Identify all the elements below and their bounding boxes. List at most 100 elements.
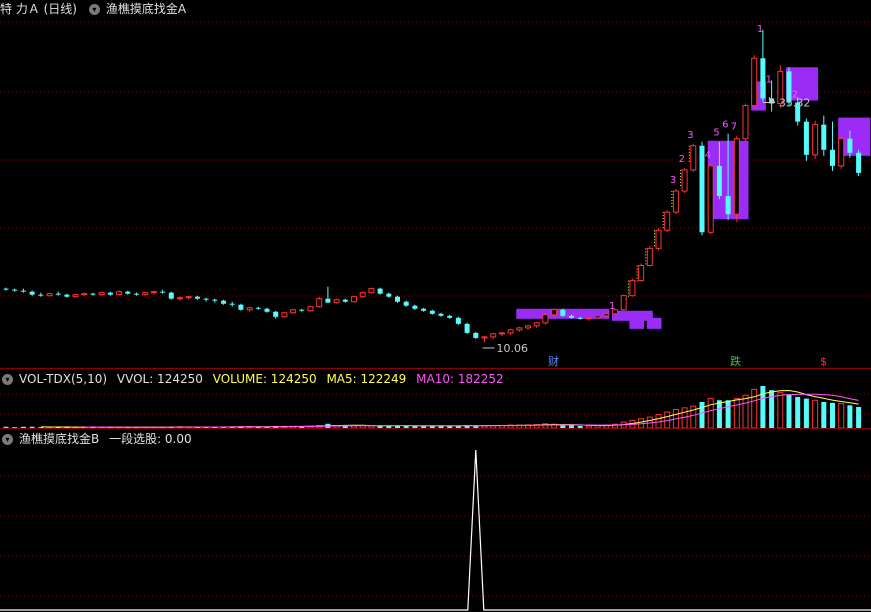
candle-body (98, 292, 105, 296)
candle-body (273, 311, 279, 317)
indicator-b-toggle-icon[interactable]: ▾ (2, 434, 13, 445)
candle-body (307, 306, 314, 312)
candle-body (830, 149, 835, 166)
candle-body (150, 291, 157, 294)
volume-bar (821, 401, 827, 428)
candle-body (221, 300, 226, 304)
candle-body (3, 288, 9, 290)
signal-number: 3 (670, 175, 676, 186)
candle-body (325, 298, 331, 303)
volume-title: VOL-TDX(5,10) (19, 372, 108, 386)
volume-bar (751, 388, 758, 428)
candle-body (473, 332, 479, 338)
ma10-value: MA10: 182252 (416, 372, 504, 386)
candle-body (655, 229, 662, 249)
candle-body (533, 322, 540, 327)
volume-bar (733, 398, 740, 428)
price-chart-panel[interactable]: 特 力Ａ (日线) ▾ 渔樵摸底找金A 1 1 2 3 3 4 5 6 7 1 2 35.32 10.06… (0, 0, 871, 368)
panel-divider (0, 368, 871, 369)
tag-cai: 财 (548, 354, 559, 368)
volume-bar (742, 394, 749, 428)
tag-s: $ (820, 355, 827, 368)
candle-body (90, 293, 96, 295)
volume-bar (725, 400, 731, 428)
candle-body (542, 314, 549, 324)
main-header: 特 力Ａ (日线) ▾ 渔樵摸底找金A (0, 0, 192, 18)
volume-bar (856, 407, 862, 428)
candle-body (20, 290, 26, 292)
signal-number: 4 (705, 150, 711, 161)
candle-body (229, 303, 235, 305)
candle-body (681, 169, 688, 192)
indicator-panel[interactable]: ▾ 渔樵摸底找金B 一段选股: 0.00 (0, 430, 871, 612)
volume-bar (803, 398, 809, 428)
signal-number: 7 (731, 122, 737, 133)
ma5-value: MA5: 122249 (326, 372, 407, 386)
candle-body (212, 299, 218, 301)
volume-toggle-icon[interactable]: ▾ (2, 374, 13, 385)
signal-zone (629, 317, 645, 329)
candle-body (168, 292, 174, 299)
candle-body (38, 294, 44, 296)
candle-body (733, 138, 740, 215)
candle-body (203, 298, 209, 300)
candle-body (507, 329, 514, 334)
indicator-toggle-icon[interactable]: ▾ (88, 4, 100, 15)
panel-divider-2 (0, 428, 871, 429)
candle-body (299, 309, 305, 311)
candle-body (629, 280, 636, 297)
candle-body (690, 145, 697, 171)
candle-body (194, 296, 200, 299)
volume-bar (699, 401, 705, 428)
candle-body (290, 309, 297, 314)
stock-label: 特 力Ａ (日线) (0, 2, 77, 16)
candle-body (821, 124, 827, 150)
volume-header: ▾ VOL-TDX(5,10) VVOL: 124250 VOLUME: 1242… (0, 370, 510, 388)
candle-body (81, 293, 88, 296)
signal-number: 6 (722, 120, 728, 131)
candle-body (525, 325, 531, 329)
candle-body (142, 292, 149, 296)
candle-body (516, 327, 523, 331)
price-chart-canvas[interactable]: 11233456 71235.3210.06财跌 $ (0, 0, 871, 368)
candle-body (707, 165, 714, 233)
volume-bar (769, 390, 775, 428)
signal-zone (646, 317, 662, 329)
indicator-b-line (0, 449, 871, 611)
indicator-b-title: 渔樵摸底找金B (19, 432, 100, 446)
candle-body (638, 264, 645, 282)
candle-body (177, 297, 183, 300)
candle-body (421, 308, 427, 311)
indicator-b-field: 一段选股: 0.00 (109, 432, 192, 446)
candle-body (359, 292, 366, 298)
candle-body (246, 307, 253, 311)
candle-body (577, 317, 583, 319)
candle-body (551, 309, 558, 316)
main-indicator-label: 渔樵摸底找金A (105, 2, 187, 16)
candle-body (429, 310, 435, 314)
tag-die: 跌 (730, 354, 741, 368)
candle-body (803, 121, 809, 155)
candle-body (264, 308, 270, 312)
candle-body (672, 190, 679, 213)
volume-value: VOLUME: 124250 (212, 372, 317, 386)
volume-bar (707, 398, 714, 428)
candle-body (333, 299, 340, 304)
volume-panel[interactable]: ▾ VOL-TDX(5,10) VVOL: 124250 VOLUME: 1242… (0, 370, 871, 428)
candle-body (498, 332, 505, 335)
volume-bar (716, 400, 722, 428)
candle-body (594, 315, 601, 319)
candle-body (316, 298, 323, 308)
indicator-chart-canvas[interactable] (0, 430, 871, 612)
volume-bar (795, 396, 801, 428)
candle-body (664, 211, 671, 231)
volume-bar (786, 394, 792, 428)
candle-body (412, 305, 418, 309)
volume-bar (830, 402, 835, 428)
vvol-value: VVOL: 124250 (116, 372, 203, 386)
candle-body (725, 196, 731, 215)
candle-body (847, 138, 853, 153)
low-price-label: 10.06 (497, 342, 529, 355)
candle-body (603, 313, 610, 317)
candle-body (620, 295, 627, 311)
